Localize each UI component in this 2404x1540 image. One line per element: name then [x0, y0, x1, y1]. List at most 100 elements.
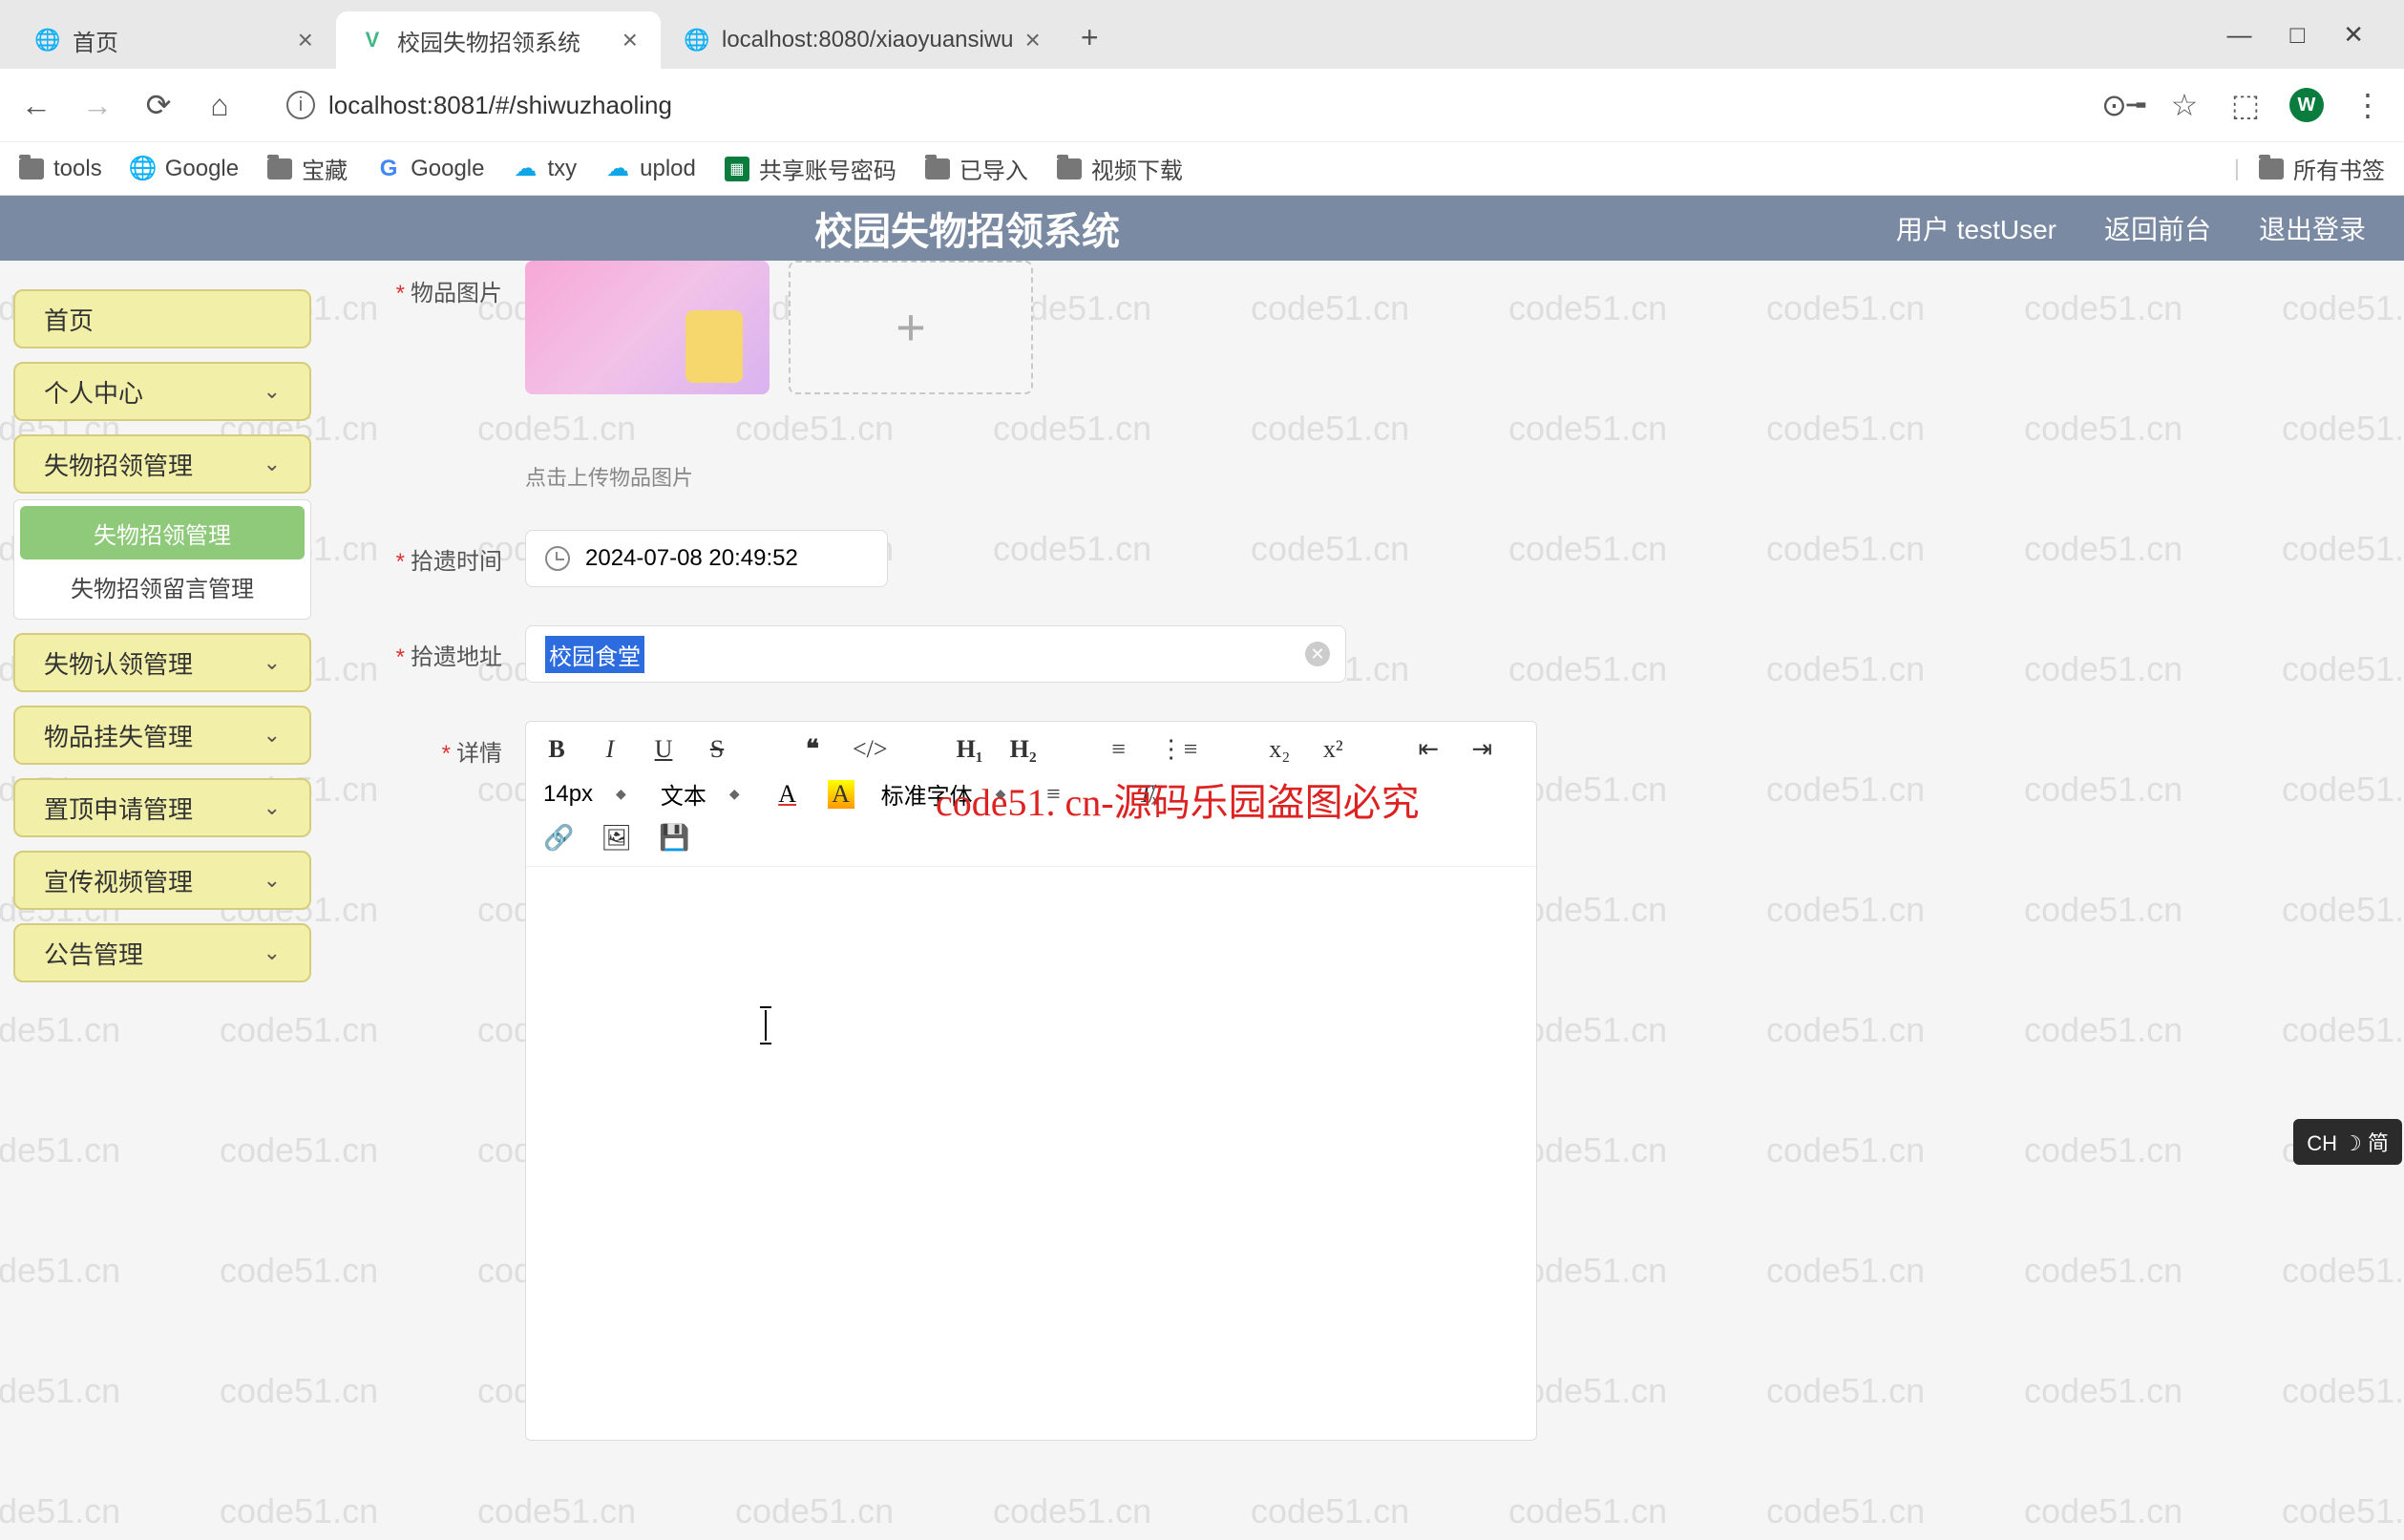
folder-icon	[1057, 158, 1082, 179]
sheets-icon: ▦	[725, 157, 749, 181]
sidebar: 首页 个人中心⌄ 失物招领管理⌄ 失物招领管理 失物招领留言管理 失物认领管理⌄…	[0, 261, 325, 1540]
bg-color-icon[interactable]: A	[828, 780, 854, 809]
clear-format-icon[interactable]: T̸ₓ	[1135, 780, 1162, 809]
label-image: *物品图片	[344, 261, 525, 307]
address-bar[interactable]: i localhost:8081/#/shiwuzhaoling	[264, 78, 2079, 132]
submenu-lost-found-message[interactable]: 失物招领留言管理	[14, 559, 310, 613]
cloud-icon: ☁	[513, 157, 538, 181]
extensions-icon[interactable]: ⬚	[2228, 88, 2263, 122]
menu-icon[interactable]: ⋮	[2351, 88, 2385, 122]
chevron-down-icon: ⌄	[264, 650, 281, 675]
back-icon[interactable]: ←	[19, 88, 53, 122]
close-icon[interactable]: ×	[1025, 25, 1041, 55]
caret-icon: ◆	[729, 786, 740, 802]
editor-body[interactable]	[526, 867, 1536, 1440]
font-family-select[interactable]: 标准字体◆	[881, 777, 1014, 811]
paragraph-select[interactable]: 文本◆	[661, 777, 748, 811]
sidebar-home[interactable]: 首页	[13, 289, 311, 348]
all-bookmarks[interactable]: 所有书签	[2259, 152, 2385, 185]
bookmark-txy[interactable]: ☁txy	[513, 156, 577, 182]
upload-button[interactable]: +	[789, 261, 1033, 394]
datetime-input[interactable]: 2024-07-08 20:49:52	[525, 530, 888, 587]
italic-icon[interactable]: I	[597, 735, 623, 764]
label-time: *拾遗时间	[344, 542, 525, 576]
bookmark-video[interactable]: 视频下载	[1057, 152, 1183, 185]
logout-button[interactable]: 退出登录	[2259, 209, 2366, 247]
quote-icon[interactable]: ❝	[799, 735, 826, 764]
google-icon: G	[376, 157, 401, 181]
ordered-list-icon[interactable]: ≡	[1106, 735, 1132, 764]
h2-icon[interactable]: H₂	[1010, 735, 1037, 764]
text-cursor	[765, 1010, 767, 1041]
bookmark-tools[interactable]: tools	[19, 156, 102, 182]
vue-icon: V	[359, 27, 386, 53]
font-size-select[interactable]: 14px◆	[543, 781, 634, 808]
tab-2[interactable]: 🌐 localhost:8080/xiaoyuansiwu ×	[661, 11, 1064, 69]
close-window-icon[interactable]: ✕	[2343, 20, 2364, 50]
key-icon[interactable]: ⊙╼	[2106, 88, 2140, 122]
close-icon[interactable]: ×	[298, 25, 313, 55]
bold-icon[interactable]: B	[543, 735, 570, 764]
google-icon: 🌐	[131, 157, 156, 181]
save-icon[interactable]: 💾	[659, 824, 689, 853]
minimize-icon[interactable]: —	[2226, 20, 2251, 50]
reload-icon[interactable]: ⟳	[141, 88, 176, 122]
h1-icon[interactable]: H₁	[957, 735, 983, 764]
ime-indicator[interactable]: CH ☽ 简	[2293, 1119, 2402, 1165]
bookmark-imported[interactable]: 已导入	[925, 152, 1028, 185]
address-value: 校园食堂	[545, 636, 644, 673]
profile-avatar[interactable]: W	[2289, 88, 2324, 122]
address-input[interactable]: 校园食堂 ✕	[525, 625, 1346, 683]
maximize-icon[interactable]: □	[2289, 20, 2305, 50]
link-icon[interactable]: 🔗	[543, 824, 574, 853]
indent-icon[interactable]: ⇥	[1468, 735, 1495, 764]
home-icon[interactable]: ⌂	[202, 88, 237, 122]
subscript-icon[interactable]: x₂	[1266, 735, 1293, 764]
sidebar-item-video[interactable]: 宣传视频管理⌄	[13, 851, 311, 910]
align-icon[interactable]: ≡	[1040, 780, 1066, 809]
submenu-lost-found-mgmt[interactable]: 失物招领管理	[20, 506, 305, 559]
bookmark-google[interactable]: 🌐Google	[131, 156, 239, 182]
sidebar-item-lost-item[interactable]: 物品挂失管理⌄	[13, 706, 311, 765]
sidebar-item-lost-found[interactable]: 失物招领管理⌄	[13, 434, 311, 494]
site-info-icon[interactable]: i	[286, 91, 315, 119]
chevron-down-icon: ⌄	[264, 723, 281, 748]
text-color-icon[interactable]: A	[774, 780, 801, 809]
bookmark-uplod[interactable]: ☁uplod	[605, 156, 696, 182]
bookmark-share[interactable]: ▦共享账号密码	[725, 152, 896, 185]
sidebar-item-claim[interactable]: 失物认领管理⌄	[13, 633, 311, 692]
editor-toolbar: B I U S ❝ </> H₁ H₂ ≡ ⋮≡	[526, 722, 1536, 867]
bookmark-baozang[interactable]: 宝藏	[267, 152, 348, 185]
strike-icon[interactable]: S	[704, 735, 730, 764]
chevron-down-icon: ⌄	[264, 379, 281, 404]
sidebar-item-pin[interactable]: 置顶申请管理⌄	[13, 778, 311, 837]
star-icon[interactable]: ☆	[2167, 88, 2202, 122]
folder-icon	[925, 158, 950, 179]
clear-icon[interactable]: ✕	[1305, 642, 1330, 666]
chevron-down-icon: ⌄	[264, 795, 281, 820]
uploaded-image-thumb[interactable]	[525, 261, 770, 394]
forward-icon[interactable]: →	[80, 88, 115, 122]
folder-icon	[267, 158, 292, 179]
superscript-icon[interactable]: x²	[1319, 735, 1346, 764]
tab-0[interactable]: 🌐 首页 ×	[11, 11, 336, 69]
close-icon[interactable]: ×	[622, 25, 638, 55]
tab-title: localhost:8080/xiaoyuansiwu	[722, 27, 1014, 53]
outdent-icon[interactable]: ⇤	[1415, 735, 1442, 764]
bookmarks-bar: tools 🌐Google 宝藏 GGoogle ☁txy ☁uplod ▦共享…	[0, 141, 2404, 195]
sidebar-item-announce[interactable]: 公告管理⌄	[13, 923, 311, 982]
tab-1[interactable]: V 校园失物招领系统 ×	[336, 11, 661, 69]
back-to-front[interactable]: 返回前台	[2104, 209, 2211, 247]
sidebar-item-personal[interactable]: 个人中心⌄	[13, 362, 311, 421]
clock-icon	[545, 546, 570, 571]
unordered-list-icon[interactable]: ⋮≡	[1159, 735, 1198, 764]
bookmark-google2[interactable]: GGoogle	[376, 156, 484, 182]
underline-icon[interactable]: U	[650, 735, 677, 764]
label-address: *拾遗地址	[344, 638, 525, 671]
image-icon[interactable]: 🖼	[601, 824, 632, 853]
chevron-down-icon: ⌄	[264, 452, 281, 476]
caret-icon: ◆	[616, 786, 626, 802]
code-icon[interactable]: </>	[853, 735, 888, 764]
new-tab-button[interactable]: +	[1064, 20, 1116, 69]
user-label: 用户 testUser	[1896, 209, 2056, 247]
